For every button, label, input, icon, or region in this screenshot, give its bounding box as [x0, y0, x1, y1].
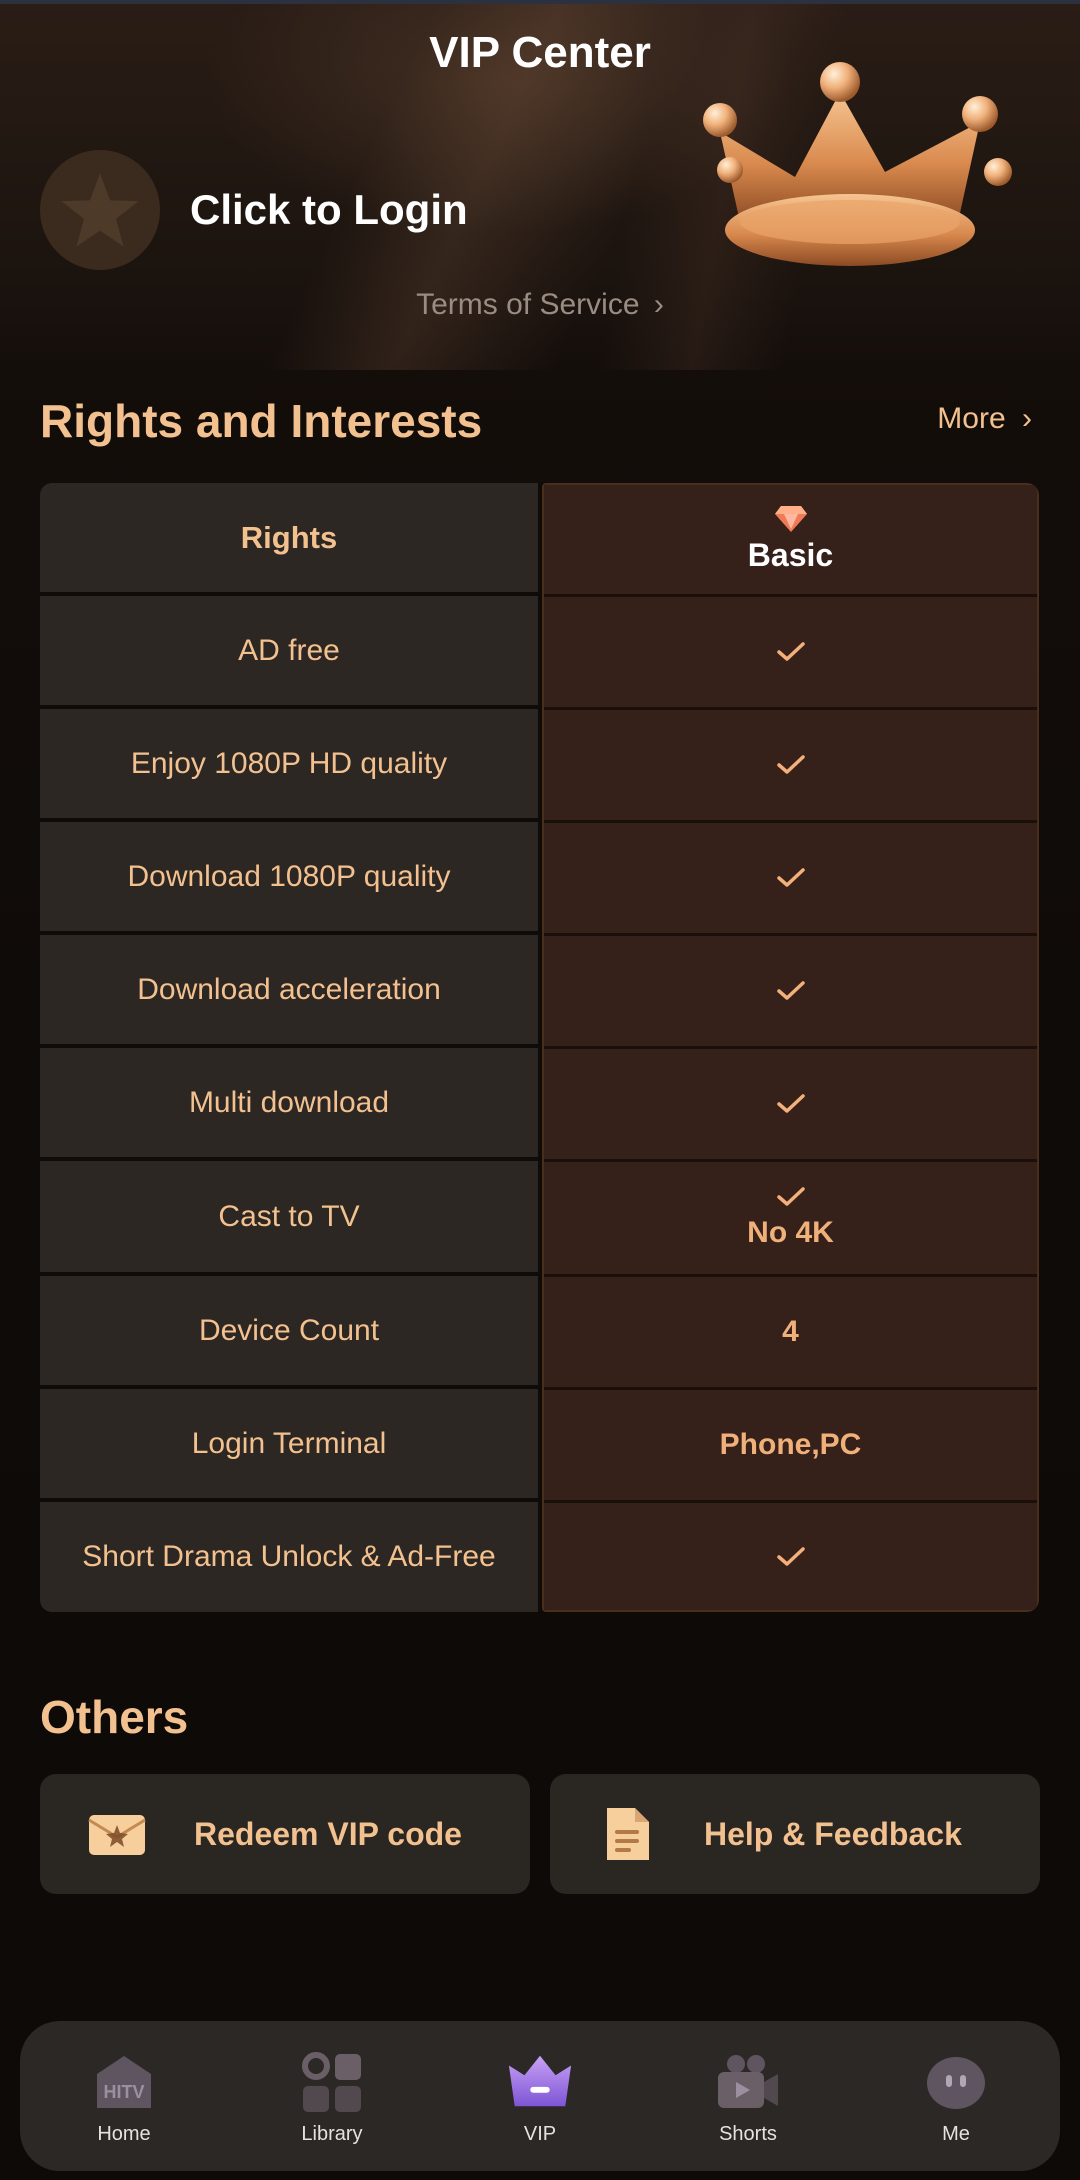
- help-feedback-button[interactable]: Help & Feedback: [550, 1774, 1040, 1894]
- avatar[interactable]: [40, 150, 160, 270]
- check-icon: [776, 1546, 805, 1566]
- redeem-label: Redeem VIP code: [194, 1815, 462, 1852]
- right-name: Cast to TV: [40, 1161, 538, 1272]
- basic-value: [544, 933, 1037, 1046]
- nav-item-me[interactable]: Me: [852, 2021, 1060, 2171]
- nav-label: VIP: [523, 2122, 557, 2145]
- crown-icon: [703, 62, 1012, 266]
- basic-value-text: Phone,PC: [719, 1428, 862, 1461]
- check-icon: [776, 981, 805, 1000]
- login-link[interactable]: Click to Login: [190, 186, 468, 234]
- basic-value-text: No 4K: [747, 1216, 834, 1249]
- right-name: AD free: [40, 596, 538, 705]
- shorts-camera-icon: [713, 2047, 783, 2117]
- basic-value: [544, 820, 1037, 933]
- basic-value: Phone,PC: [544, 1387, 1037, 1500]
- library-grid-icon: [297, 2047, 367, 2117]
- nav-item-home[interactable]: HITV Home: [20, 2021, 228, 2171]
- check-icon: [776, 642, 805, 661]
- vip-center-page: VIP Center Click to Login Terms of Servi…: [0, 0, 1080, 2180]
- rights-column: Rights AD free Enjoy 1080P HD quality Do…: [40, 483, 538, 1612]
- nav-item-shorts[interactable]: Shorts: [644, 2021, 852, 2171]
- rights-section-title: Rights and Interests: [40, 395, 483, 447]
- rights-header: Rights: [40, 483, 538, 592]
- me-face-icon: [921, 2047, 991, 2117]
- nav-item-library[interactable]: Library: [228, 2021, 436, 2171]
- nav-label: Home: [97, 2122, 151, 2145]
- basic-tier-label: Basic: [747, 537, 834, 573]
- basic-column: Basic No 4K 4 Phone,PC: [542, 483, 1039, 1612]
- check-icon: [776, 755, 805, 774]
- right-name: Multi download: [40, 1048, 538, 1157]
- basic-value: No 4K: [544, 1159, 1037, 1274]
- right-name: Download 1080P quality: [40, 822, 538, 931]
- status-strip: [0, 0, 1080, 4]
- help-label: Help & Feedback: [704, 1815, 962, 1852]
- svg-text:HITV: HITV: [103, 2082, 144, 2102]
- right-name: Login Terminal: [40, 1389, 538, 1498]
- basic-header: Basic: [544, 485, 1037, 594]
- right-name: Device Count: [40, 1276, 538, 1385]
- right-name: Short Drama Unlock & Ad-Free: [40, 1502, 538, 1612]
- basic-value: [544, 1046, 1037, 1159]
- right-name: Download acceleration: [40, 935, 538, 1044]
- nav-label: Library: [301, 2122, 363, 2145]
- check-icon: [776, 1187, 805, 1206]
- diamond-icon: [774, 506, 807, 532]
- vip-crown-icon: [505, 2047, 575, 2117]
- more-link[interactable]: More ›: [937, 402, 1032, 436]
- redeem-vip-code-button[interactable]: Redeem VIP code: [40, 1774, 530, 1894]
- basic-value: [544, 1500, 1037, 1610]
- bottom-nav: HITV Home Library VIP Shorts Me: [20, 2021, 1060, 2171]
- chevron-right-icon: ›: [1022, 402, 1032, 435]
- rights-table: Rights AD free Enjoy 1080P HD quality Do…: [40, 483, 1039, 1612]
- chevron-right-icon: ›: [653, 288, 664, 321]
- basic-value: 4: [544, 1274, 1037, 1387]
- right-name: Enjoy 1080P HD quality: [40, 709, 538, 818]
- hitv-home-icon: HITV: [89, 2047, 159, 2117]
- check-icon: [776, 1094, 805, 1113]
- nav-label: Me: [942, 2122, 970, 2145]
- basic-value: [544, 594, 1037, 707]
- terms-of-service-link[interactable]: Terms of Service ›: [0, 288, 1080, 322]
- nav-item-vip[interactable]: VIP: [436, 2021, 644, 2171]
- basic-value-text: 4: [782, 1315, 799, 1348]
- check-icon: [776, 868, 805, 887]
- more-label: More: [937, 402, 1006, 435]
- others-section-title: Others: [40, 1691, 189, 1743]
- basic-value: [544, 707, 1037, 820]
- envelope-icon: [80, 1797, 154, 1871]
- terms-label: Terms of Service: [416, 288, 640, 321]
- nav-label: Shorts: [719, 2122, 777, 2145]
- star-icon: [61, 173, 139, 247]
- document-icon: [590, 1797, 664, 1871]
